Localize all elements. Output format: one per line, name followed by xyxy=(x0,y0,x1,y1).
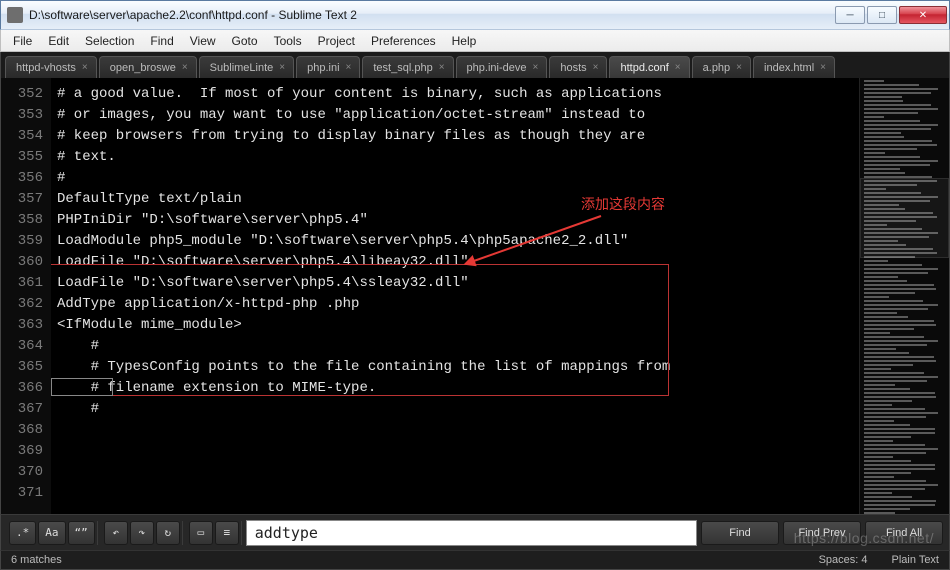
find-back-button[interactable]: ↶ xyxy=(104,521,128,545)
menu-item-tools[interactable]: Tools xyxy=(266,32,310,50)
tab-close-icon[interactable]: × xyxy=(439,62,445,73)
tab-label: index.html xyxy=(764,62,814,74)
code-line[interactable]: # text. xyxy=(57,147,859,168)
tab-label: httpd.conf xyxy=(620,62,668,74)
tab-php-ini[interactable]: php.ini × xyxy=(296,56,360,78)
tab-index-html[interactable]: index.html × xyxy=(753,56,835,78)
menu-item-goto[interactable]: Goto xyxy=(224,32,266,50)
tab-close-icon[interactable]: × xyxy=(736,62,742,73)
find-in-selection-toggle[interactable]: ▭ xyxy=(189,521,213,545)
status-matches: 6 matches xyxy=(11,554,62,566)
code-line[interactable]: # or images, you may want to use "applic… xyxy=(57,105,859,126)
tab-httpd-vhosts[interactable]: httpd-vhosts × xyxy=(5,56,97,78)
tab-sublimelinte[interactable]: SublimeLinte × xyxy=(199,56,294,78)
code-editor[interactable]: 添加这段内容 # a good value. If most of your c… xyxy=(51,78,859,514)
find-regex-toggle[interactable]: .* xyxy=(9,521,36,545)
window-titlebar: D:\software\server\apache2.2\conf\httpd.… xyxy=(0,0,950,30)
find-prev-button[interactable]: Find Prev xyxy=(783,521,861,545)
tab-test-sql-php[interactable]: test_sql.php × xyxy=(362,56,453,78)
menu-item-project[interactable]: Project xyxy=(310,32,363,50)
tab-close-icon[interactable]: × xyxy=(182,62,188,73)
tab-close-icon[interactable]: × xyxy=(820,62,826,73)
find-bar: .* Aa “” ↶ ↷ ↻ ▭ ≡ Find Find Prev Find A… xyxy=(0,514,950,550)
tab-hosts[interactable]: hosts × xyxy=(549,56,607,78)
annotation-highlight-box xyxy=(51,264,669,396)
menu-item-preferences[interactable]: Preferences xyxy=(363,32,444,50)
tab-label: a.php xyxy=(703,62,731,74)
find-fwd-button[interactable]: ↷ xyxy=(130,521,154,545)
menubar: FileEditSelectionFindViewGotoToolsProjec… xyxy=(0,30,950,52)
find-highlight-toggle[interactable]: ≡ xyxy=(215,521,239,545)
code-line[interactable]: PHPIniDir "D:\software\server\php5.4" xyxy=(57,210,859,231)
menu-item-find[interactable]: Find xyxy=(142,32,181,50)
code-line[interactable]: # xyxy=(57,399,859,420)
find-wrap-toggle[interactable]: ↻ xyxy=(156,521,180,545)
tab-close-icon[interactable]: × xyxy=(279,62,285,73)
tab-httpd-conf[interactable]: httpd.conf × xyxy=(609,56,689,78)
tab-close-icon[interactable]: × xyxy=(82,62,88,73)
tab-a-php[interactable]: a.php × xyxy=(692,56,751,78)
tab-label: hosts xyxy=(560,62,586,74)
tab-label: httpd-vhosts xyxy=(16,62,76,74)
menu-item-help[interactable]: Help xyxy=(444,32,485,50)
tab-php-ini-deve[interactable]: php.ini-deve × xyxy=(456,56,548,78)
minimap[interactable] xyxy=(859,78,949,514)
tab-label: open_broswe xyxy=(110,62,176,74)
statusbar: 6 matches Spaces: 4 Plain Text xyxy=(0,550,950,570)
app-icon xyxy=(7,7,23,23)
code-line[interactable]: # a good value. If most of your content … xyxy=(57,84,859,105)
code-line[interactable]: LoadModule php5_module "D:\software\serv… xyxy=(57,231,859,252)
find-all-button[interactable]: Find All xyxy=(865,521,943,545)
window-title: D:\software\server\apache2.2\conf\httpd.… xyxy=(29,8,835,22)
tab-label: php.ini xyxy=(307,62,339,74)
tab-close-icon[interactable]: × xyxy=(532,62,538,73)
window-maximize-button[interactable]: □ xyxy=(867,6,897,24)
minimap-viewport[interactable] xyxy=(860,178,949,258)
editor-area[interactable]: 3523533543553563573583593603613623633643… xyxy=(0,78,950,514)
tab-close-icon[interactable]: × xyxy=(593,62,599,73)
tab-strip: httpd-vhosts×open_broswe×SublimeLinte×ph… xyxy=(0,52,950,78)
find-button[interactable]: Find xyxy=(701,521,779,545)
status-syntax[interactable]: Plain Text xyxy=(892,554,940,566)
tab-close-icon[interactable]: × xyxy=(346,62,352,73)
code-line[interactable]: DefaultType text/plain xyxy=(57,189,859,210)
tab-open-broswe[interactable]: open_broswe × xyxy=(99,56,197,78)
code-line[interactable]: # xyxy=(57,168,859,189)
tab-close-icon[interactable]: × xyxy=(675,62,681,73)
find-wholeword-toggle[interactable]: “” xyxy=(68,521,95,545)
tab-label: php.ini-deve xyxy=(467,62,527,74)
menu-item-edit[interactable]: Edit xyxy=(40,32,77,50)
menu-item-selection[interactable]: Selection xyxy=(77,32,142,50)
window-close-button[interactable]: ✕ xyxy=(899,6,947,24)
find-case-toggle[interactable]: Aa xyxy=(38,521,65,545)
tab-label: SublimeLinte xyxy=(210,62,274,74)
window-minimize-button[interactable]: ─ xyxy=(835,6,865,24)
code-line[interactable]: # keep browsers from trying to display b… xyxy=(57,126,859,147)
tab-label: test_sql.php xyxy=(373,62,432,74)
selection-box-addtype xyxy=(51,378,113,396)
status-indent[interactable]: Spaces: 4 xyxy=(819,554,868,566)
menu-item-view[interactable]: View xyxy=(182,32,224,50)
find-input[interactable] xyxy=(246,520,697,546)
menu-item-file[interactable]: File xyxy=(5,32,40,50)
line-number-gutter: 3523533543553563573583593603613623633643… xyxy=(1,78,51,514)
